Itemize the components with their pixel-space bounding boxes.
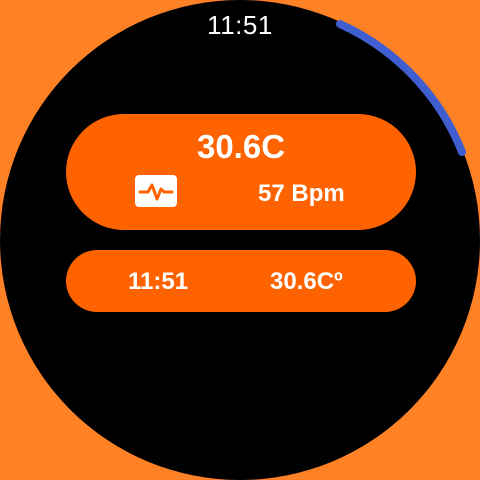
scroll-indicator <box>336 20 466 156</box>
watch-screen: 11:51 30.6C 57 Bpm 11:51 30.6Cº <box>0 0 480 480</box>
scroll-indicator-thumb <box>336 20 466 156</box>
